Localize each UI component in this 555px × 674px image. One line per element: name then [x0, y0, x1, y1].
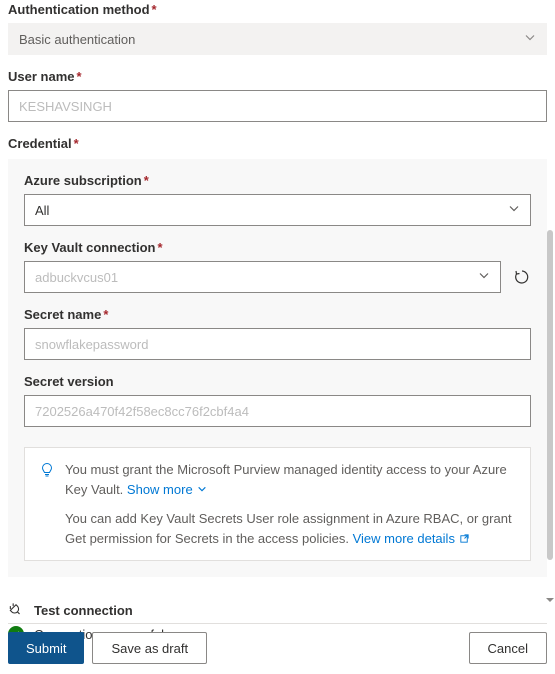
auth-method-dropdown[interactable]: Basic authentication: [8, 23, 547, 55]
info-text-1: You must grant the Microsoft Purview man…: [65, 460, 516, 499]
chevron-down-icon: [524, 32, 536, 47]
auth-method-value: Basic authentication: [19, 32, 135, 47]
chevron-down-icon: [197, 484, 207, 494]
lightbulb-icon: [39, 462, 55, 499]
subscription-value: All: [35, 203, 49, 218]
scrollbar-thumb[interactable]: [547, 230, 553, 560]
credential-section: Azure subscription* All Key Vault connec…: [8, 159, 547, 577]
keyvault-label: Key Vault connection*: [24, 240, 531, 255]
secretname-input[interactable]: [24, 328, 531, 360]
username-label: User name*: [8, 69, 547, 84]
subscription-label: Azure subscription*: [24, 173, 531, 188]
secretversion-label: Secret version: [24, 374, 531, 389]
credential-label: Credential*: [8, 136, 547, 151]
keyvault-placeholder: adbuckvcus01: [35, 270, 118, 285]
cancel-button[interactable]: Cancel: [469, 632, 547, 664]
auth-method-label: Authentication method*: [8, 2, 547, 17]
footer: Submit Save as draft Cancel: [8, 632, 547, 664]
footer-separator: [8, 623, 547, 624]
refresh-button[interactable]: [513, 268, 531, 286]
show-more-link[interactable]: Show more: [127, 480, 207, 500]
keyvault-dropdown[interactable]: adbuckvcus01: [24, 261, 501, 293]
external-link-icon: [459, 533, 470, 544]
test-connection-title: Test connection: [8, 601, 547, 620]
submit-button[interactable]: Submit: [8, 632, 84, 664]
username-input[interactable]: [8, 90, 547, 122]
secretversion-input[interactable]: [24, 395, 531, 427]
chevron-down-icon: [508, 203, 520, 218]
save-draft-button[interactable]: Save as draft: [92, 632, 207, 664]
chevron-down-icon: [478, 270, 490, 285]
subscription-dropdown[interactable]: All: [24, 194, 531, 226]
scroll-down-icon[interactable]: [545, 593, 555, 608]
secretname-label: Secret name*: [24, 307, 531, 322]
info-text-2: You can add Key Vault Secrets User role …: [65, 509, 516, 548]
refresh-icon: [514, 269, 530, 285]
plug-icon: [8, 601, 24, 620]
info-box: You must grant the Microsoft Purview man…: [24, 447, 531, 561]
view-more-details-link[interactable]: View more details: [353, 529, 470, 549]
